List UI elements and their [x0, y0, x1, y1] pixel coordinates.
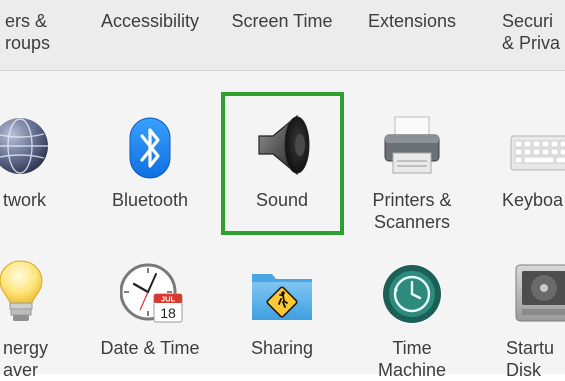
pref-users-groups-label: ers & roups	[5, 11, 51, 53]
pref-bluetooth-label: Bluetooth	[111, 190, 189, 210]
startup-disk-icon	[515, 264, 565, 322]
calendar-month-text: JUL	[161, 295, 176, 304]
network-globe-icon	[0, 118, 48, 174]
printer-icon	[384, 116, 440, 174]
pref-screen-time-label: Screen Time	[231, 11, 333, 31]
bluetooth-icon	[129, 117, 171, 179]
pref-printers-scanners-label: Printers & Scanners	[372, 190, 452, 232]
pref-date-time-label: Date & Time	[100, 338, 200, 358]
pref-startup-disk-label: Startu Disk	[506, 338, 555, 380]
system-preferences-window: { "top_row": [ {"id":"users-groups", "la…	[0, 0, 565, 380]
lightbulb-icon	[0, 260, 43, 321]
clock-calendar-icon: JUL 18	[120, 263, 183, 323]
sharing-folder-icon	[252, 274, 312, 320]
time-machine-icon	[383, 265, 441, 323]
pref-security-privacy-label: Securi & Priva	[502, 11, 561, 53]
sound-highlight-box	[221, 92, 344, 235]
pref-network-label: twork	[3, 190, 47, 210]
pref-keyboard-label: Keyboa	[502, 190, 564, 210]
pref-extensions-label: Extensions	[367, 11, 457, 31]
pref-time-machine-label: Time Machine	[377, 338, 447, 380]
calendar-day-text: 18	[160, 305, 176, 321]
pref-sharing-label: Sharing	[250, 338, 314, 358]
pref-accessibility-label: Accessibility	[100, 11, 200, 31]
keyboard-icon	[510, 135, 565, 171]
pref-energy-saver-label: nergy aver	[3, 338, 49, 380]
